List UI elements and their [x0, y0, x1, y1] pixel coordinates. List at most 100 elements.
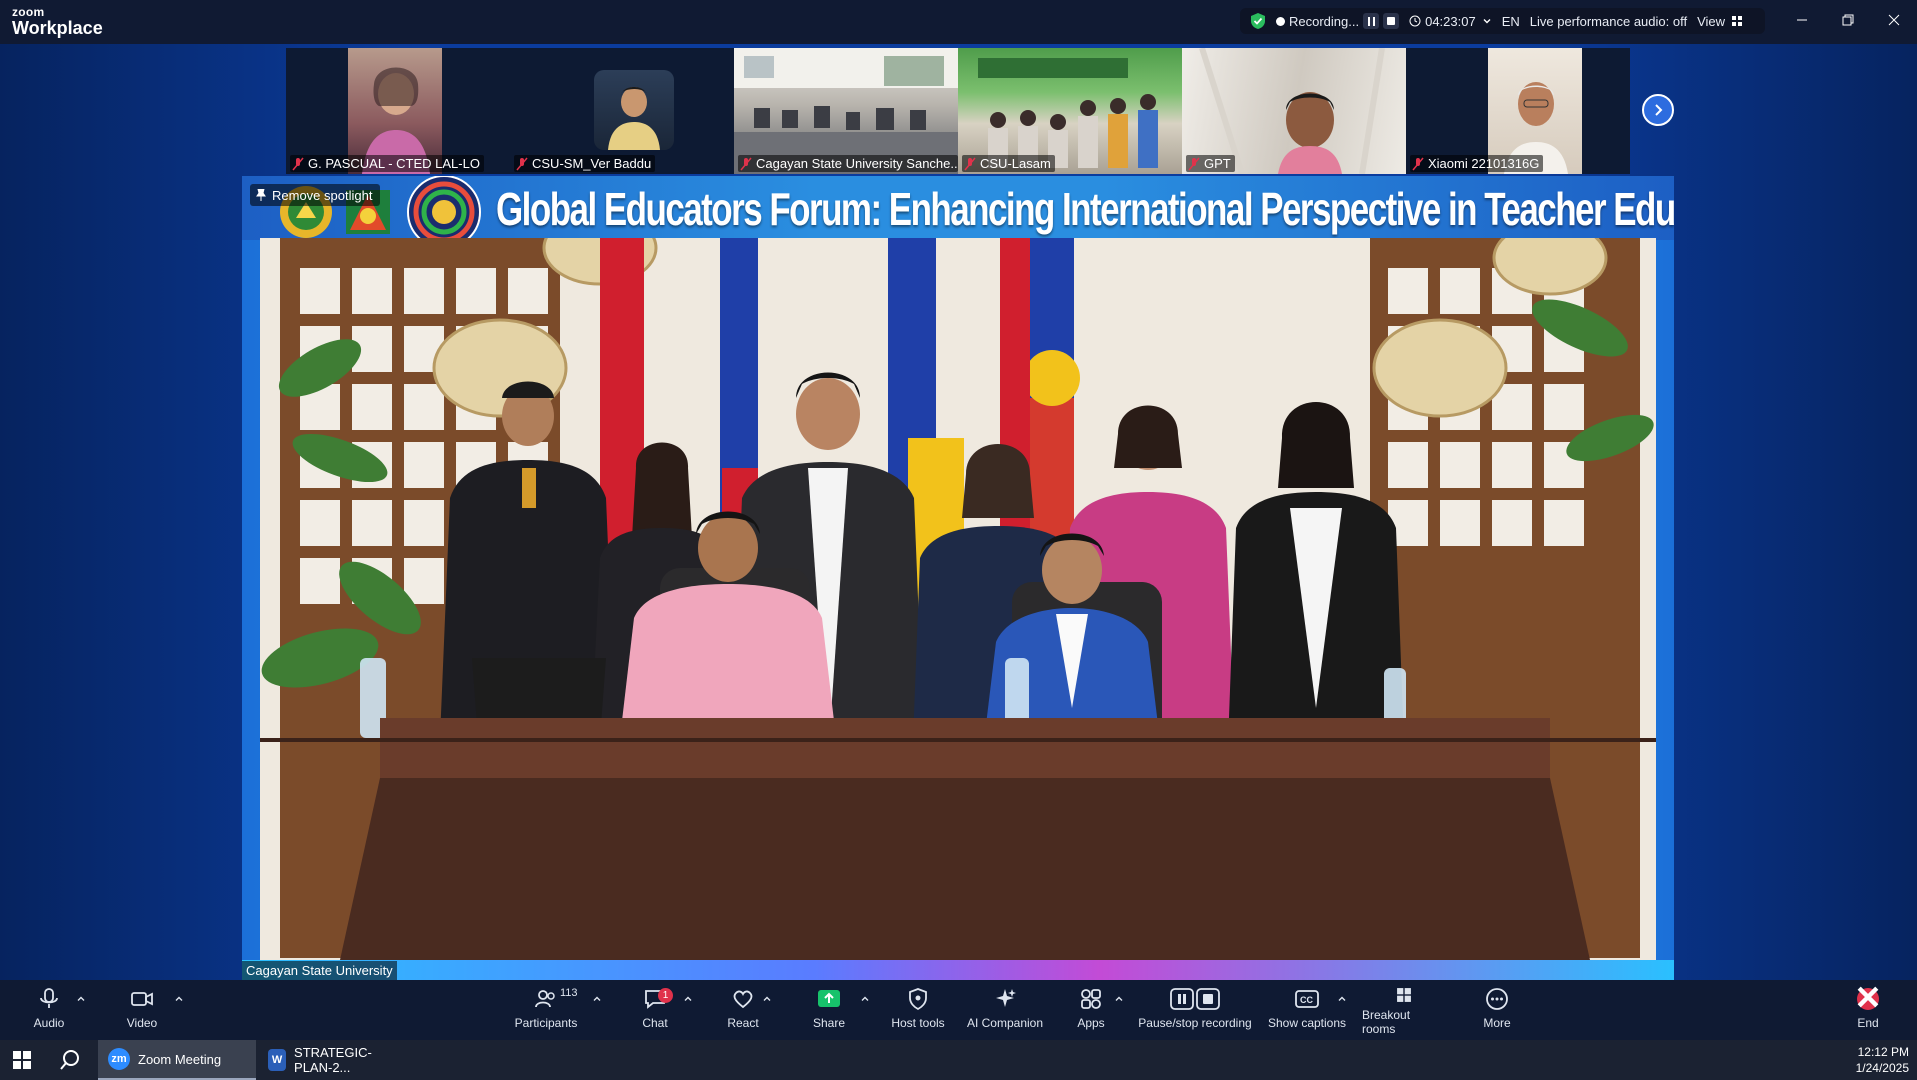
brand-top: zoom	[12, 5, 45, 19]
minimize-button[interactable]	[1782, 8, 1822, 32]
ai-companion-button[interactable]: AI Companion	[964, 986, 1046, 1036]
group-photo-illustration	[260, 238, 1656, 960]
search-button[interactable]	[52, 1040, 88, 1080]
meeting-main-area: G. PASCUAL - CTED LAL-LO CSU-SM_Ver Badd…	[0, 44, 1917, 980]
event-banner: Global Educators Forum: Enhancing Intern…	[242, 176, 1674, 249]
zoom-app-icon: zm	[108, 1048, 130, 1070]
clock-time: 12:12 PM	[1857, 1045, 1909, 1059]
windows-logo-icon	[13, 1051, 31, 1069]
taskbar-zoom-label: Zoom Meeting	[138, 1051, 222, 1067]
chevron-up-icon[interactable]	[1337, 994, 1347, 1004]
participant-name: CSU-Lasam	[962, 155, 1055, 172]
view-label: View	[1697, 13, 1726, 29]
meeting-room-photo	[260, 238, 1656, 960]
end-meeting-button[interactable]: End	[1852, 986, 1884, 1036]
chevron-up-icon[interactable]	[592, 994, 602, 1004]
host-tools-button[interactable]: Host tools	[888, 986, 948, 1036]
share-screen-icon	[818, 990, 840, 1007]
shield-icon	[909, 988, 927, 1011]
share-button[interactable]: Share	[811, 986, 847, 1036]
end-label: End	[1857, 1016, 1879, 1030]
more-label: More	[1483, 1016, 1511, 1030]
recording-indicator[interactable]: Recording...	[1276, 14, 1359, 29]
chevron-up-icon[interactable]	[762, 994, 772, 1004]
show-captions-button[interactable]: CC Show captions	[1266, 986, 1348, 1036]
participant-tile[interactable]: CSU-Lasam	[958, 48, 1182, 174]
chevron-up-icon[interactable]	[683, 994, 693, 1004]
chevron-up-icon[interactable]	[174, 994, 184, 1004]
taskbar-zoom-meeting[interactable]: zm Zoom Meeting	[98, 1040, 256, 1080]
host-tools-label: Host tools	[891, 1016, 945, 1030]
restore-button[interactable]	[1828, 8, 1868, 32]
system-clock[interactable]: 12:12 PM 1/24/2025	[1856, 1044, 1909, 1076]
muted-mic-icon	[1412, 157, 1424, 170]
participant-name-text: Xiaomi 22101316G	[1428, 156, 1540, 171]
taskbar-word-label: STRATEGIC-PLAN-2...	[294, 1045, 372, 1075]
remove-spotlight-button[interactable]: Remove spotlight	[250, 184, 381, 206]
meeting-timer[interactable]: 04:23:07	[1409, 14, 1492, 29]
meeting-toolbar: Audio Video Participants 113 Chat 1 Reac…	[0, 980, 1917, 1040]
muted-mic-icon	[964, 157, 976, 170]
chevron-up-icon[interactable]	[860, 994, 870, 1004]
chevron-up-icon[interactable]	[1114, 994, 1124, 1004]
audio-status[interactable]: Live performance audio: off	[1530, 14, 1687, 29]
ai-companion-label: AI Companion	[966, 1016, 1044, 1030]
next-page-button[interactable]	[1642, 94, 1674, 126]
stop-recording-button[interactable]	[1383, 13, 1400, 29]
pause-stop-icon	[1170, 988, 1220, 1010]
stop-icon	[1387, 17, 1396, 25]
grid-view-icon	[1732, 16, 1743, 26]
language-indicator[interactable]: EN	[1502, 14, 1520, 29]
windows-taskbar: zm Zoom Meeting W STRATEGIC-PLAN-2... 12…	[0, 1040, 1917, 1080]
breakout-rooms-button[interactable]: Breakout rooms	[1362, 986, 1446, 1036]
video-button[interactable]: Video	[124, 986, 160, 1036]
participants-count: 113	[560, 987, 578, 999]
remove-spotlight-label: Remove spotlight	[272, 187, 373, 203]
apps-button[interactable]: Apps	[1074, 986, 1108, 1036]
start-button[interactable]	[8, 1040, 36, 1080]
chevron-up-icon[interactable]	[76, 994, 86, 1004]
chevron-down-icon	[1483, 19, 1491, 24]
show-captions-label: Show captions	[1267, 1016, 1347, 1030]
muted-mic-icon	[1188, 157, 1200, 170]
banner-title: Global Educators Forum: Enhancing Intern…	[496, 183, 1674, 235]
participant-tile[interactable]: G. PASCUAL - CTED LAL-LO	[286, 48, 510, 174]
participants-icon	[535, 990, 555, 1008]
apps-label: Apps	[1077, 1016, 1105, 1030]
participant-name: G. PASCUAL - CTED LAL-LO	[290, 155, 484, 172]
recording-label: Recording...	[1289, 13, 1360, 29]
chevron-right-icon	[1655, 104, 1663, 116]
participant-name-text: GPT	[1204, 156, 1231, 171]
participant-tile[interactable]: CSU-SM_Ver Baddu	[510, 48, 734, 174]
pause-stop-label: Pause/stop recording	[1138, 1016, 1252, 1030]
spotlight-video[interactable]: Global Educators Forum: Enhancing Intern…	[242, 176, 1674, 980]
audio-button[interactable]: Audio	[28, 986, 70, 1036]
react-label: React	[727, 1016, 759, 1030]
restore-icon	[1842, 14, 1854, 26]
closed-captions-icon: CC	[1295, 990, 1319, 1008]
title-bar: zoom Workplace Recording... 04:23:07 EN …	[0, 0, 1917, 44]
video-label: Video	[126, 1016, 158, 1030]
word-app-icon: W	[268, 1049, 287, 1071]
security-shield-icon[interactable]	[1250, 12, 1266, 30]
participant-tile[interactable]: Cagayan State University Sanche...	[734, 48, 958, 174]
timer-value: 04:23:07	[1425, 13, 1476, 29]
taskbar-word-document[interactable]: W STRATEGIC-PLAN-2...	[258, 1040, 414, 1080]
recording-dot-icon	[1276, 16, 1285, 26]
search-icon	[60, 1050, 79, 1070]
audio-label: Audio	[33, 1016, 65, 1030]
heart-icon	[733, 990, 753, 1009]
close-button[interactable]	[1874, 8, 1914, 32]
meeting-status-bar: Recording... 04:23:07 EN Live performanc…	[1240, 8, 1765, 34]
muted-mic-icon	[740, 157, 752, 170]
participant-tile[interactable]: GPT	[1182, 48, 1406, 174]
react-button[interactable]: React	[726, 986, 760, 1036]
participant-name: GPT	[1186, 155, 1235, 172]
microphone-icon	[40, 988, 58, 1008]
participant-tile[interactable]: Xiaomi 22101316G	[1406, 48, 1630, 174]
pause-recording-button[interactable]	[1363, 13, 1380, 29]
pause-stop-recording-button[interactable]: Pause/stop recording	[1138, 986, 1252, 1036]
more-button[interactable]: More	[1480, 986, 1514, 1036]
view-button[interactable]: View	[1697, 14, 1743, 29]
banner-footer-stripe	[242, 960, 1674, 980]
